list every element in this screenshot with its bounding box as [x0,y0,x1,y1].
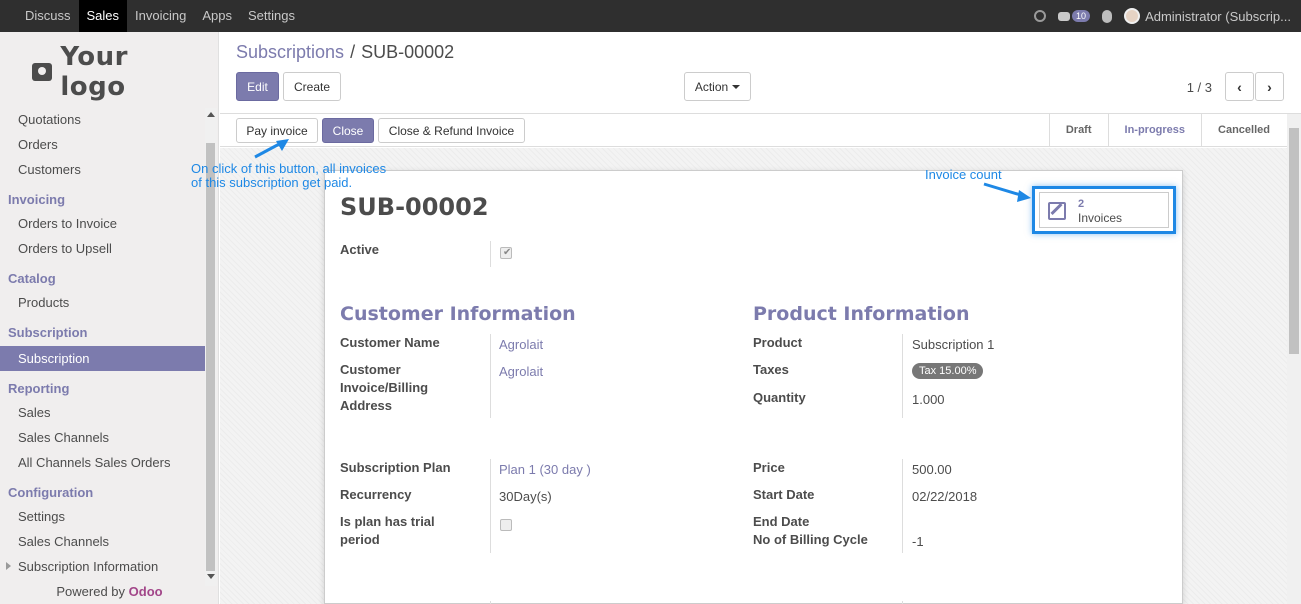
pay-invoice-annotation-2: of this subscription get paid. [191,175,353,190]
invoice-arrow-line [983,182,1025,198]
invoice-arrow-head [1017,190,1031,202]
annotation-arrows [254,139,1031,202]
invoice-count-annotation: Invoice count [925,167,1002,182]
pay-invoice-annotation-1: On click of this button, all invoices [191,161,387,176]
